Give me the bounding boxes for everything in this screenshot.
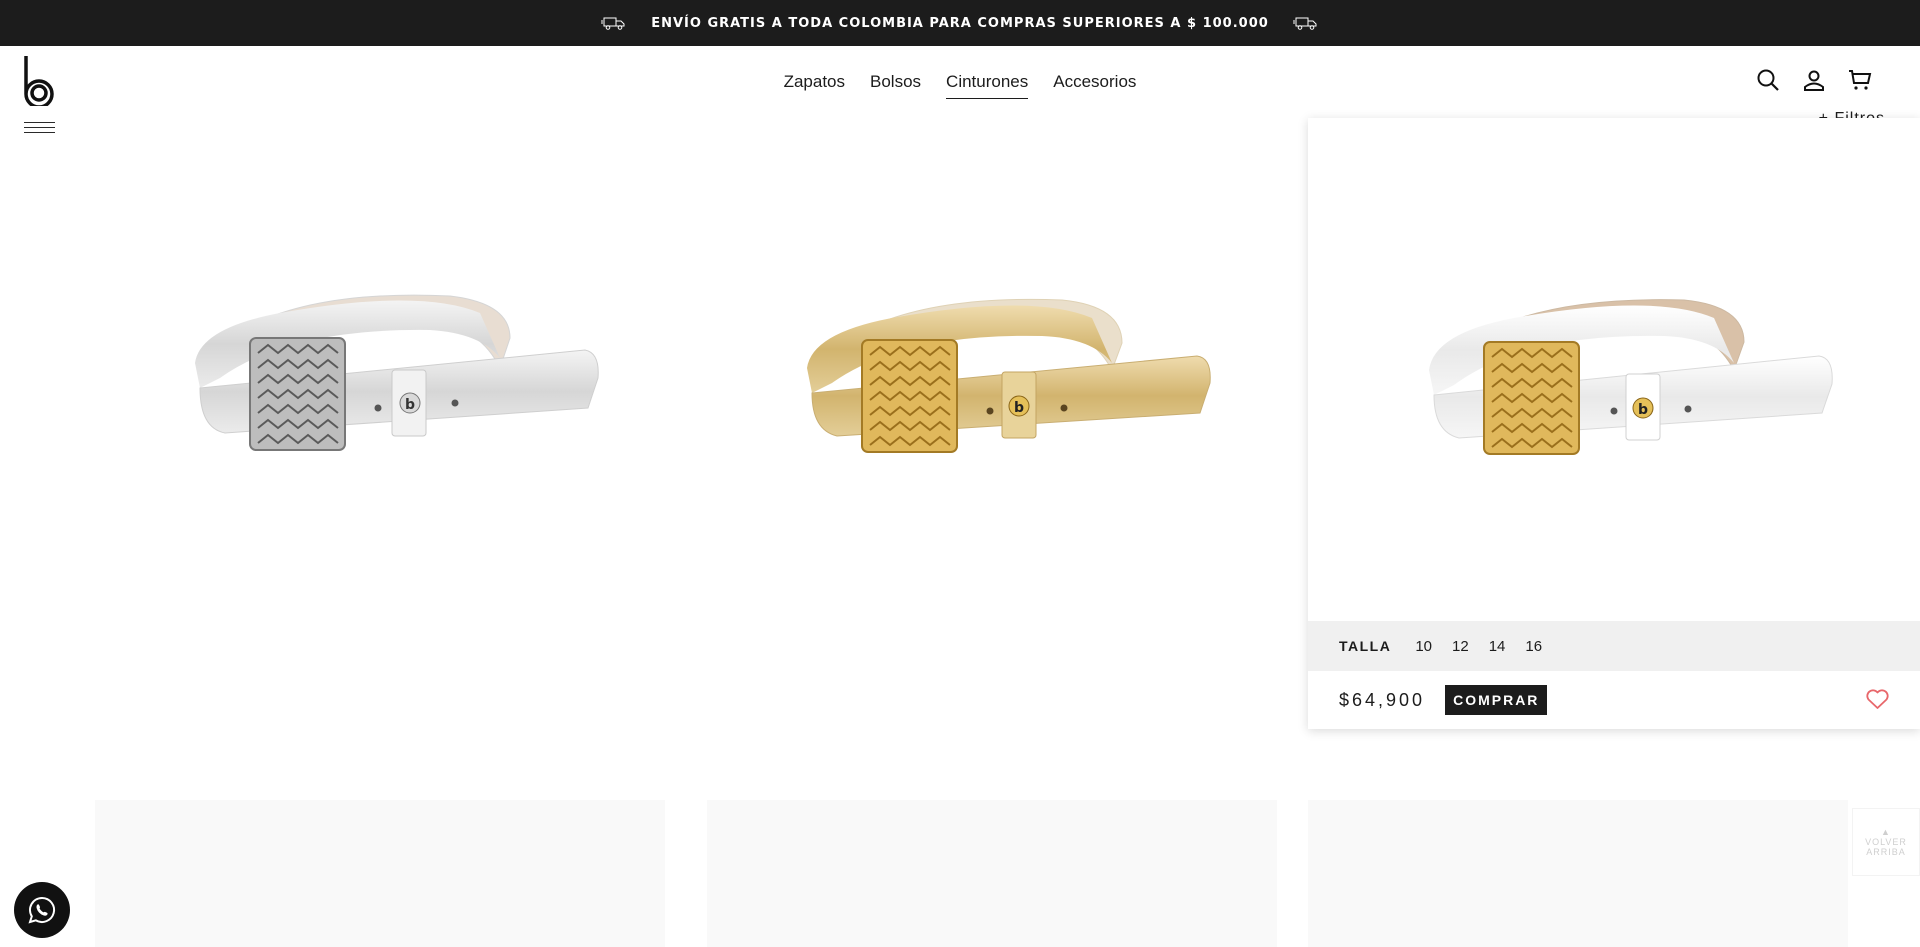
white-belt-image: b <box>1429 298 1833 455</box>
site-header: Zapatos Bolsos Cinturones Accesorios <box>0 46 1920 133</box>
promo-text: ENVÍO GRATIS A TODA COLOMBIA PARA COMPRA… <box>651 15 1269 31</box>
whatsapp-icon <box>28 896 56 924</box>
back-to-top-button[interactable]: ▲ VOLVER ARRIBA <box>1852 808 1920 876</box>
truck-icon <box>1292 17 1317 30</box>
truck-icon <box>601 17 625 30</box>
back-to-top-line1: VOLVER <box>1865 837 1907 847</box>
gold-belt-image: b <box>807 298 1211 453</box>
back-to-top-line2: ARRIBA <box>1866 847 1906 857</box>
nav-item-zapatos[interactable]: Zapatos <box>784 72 845 99</box>
user-icon[interactable] <box>1802 68 1826 92</box>
product-image[interactable]: b <box>1308 118 1920 621</box>
buy-button[interactable]: COMPRAR <box>1445 685 1548 715</box>
product-card[interactable]: b <box>95 118 665 728</box>
promo-bar: ENVÍO GRATIS A TODA COLOMBIA PARA COMPRA… <box>0 0 1920 46</box>
arrow-up-icon: ▲ <box>1881 827 1891 837</box>
header-actions <box>1756 68 1872 92</box>
size-option[interactable]: 10 <box>1415 638 1432 655</box>
nav-item-cinturones[interactable]: Cinturones <box>946 72 1029 99</box>
menu-hamburger-icon[interactable] <box>24 122 55 136</box>
svg-text:b: b <box>405 397 415 413</box>
svg-text:b: b <box>1638 402 1648 418</box>
svg-text:b: b <box>1014 400 1024 416</box>
heart-icon[interactable] <box>1865 687 1890 711</box>
search-icon[interactable] <box>1756 68 1780 92</box>
cart-icon[interactable] <box>1848 68 1872 92</box>
size-option[interactable]: 12 <box>1452 638 1469 655</box>
size-label: TALLA <box>1339 638 1392 654</box>
product-card[interactable]: b <box>707 118 1277 728</box>
product-card-placeholder <box>95 800 665 947</box>
whatsapp-button[interactable] <box>14 882 70 938</box>
main-nav: Zapatos Bolsos Cinturones Accesorios <box>0 72 1920 99</box>
product-card-placeholder <box>1308 800 1848 947</box>
silver-belt-image: b <box>195 294 599 451</box>
product-image[interactable]: b <box>95 118 665 618</box>
product-card-placeholder <box>707 800 1277 947</box>
product-price: $64,900 <box>1339 689 1426 710</box>
size-option[interactable]: 14 <box>1489 638 1506 655</box>
buy-row: $64,900 COMPRAR <box>1308 671 1920 729</box>
size-selector: TALLA 10 12 14 16 <box>1308 621 1920 671</box>
nav-item-bolsos[interactable]: Bolsos <box>870 72 921 99</box>
product-image[interactable]: b <box>707 118 1277 618</box>
product-card-hover[interactable]: b TALLA 10 12 14 16 $64,900 COMPRAR <box>1308 118 1920 729</box>
size-option[interactable]: 16 <box>1525 638 1542 655</box>
nav-item-accesorios[interactable]: Accesorios <box>1053 72 1136 99</box>
